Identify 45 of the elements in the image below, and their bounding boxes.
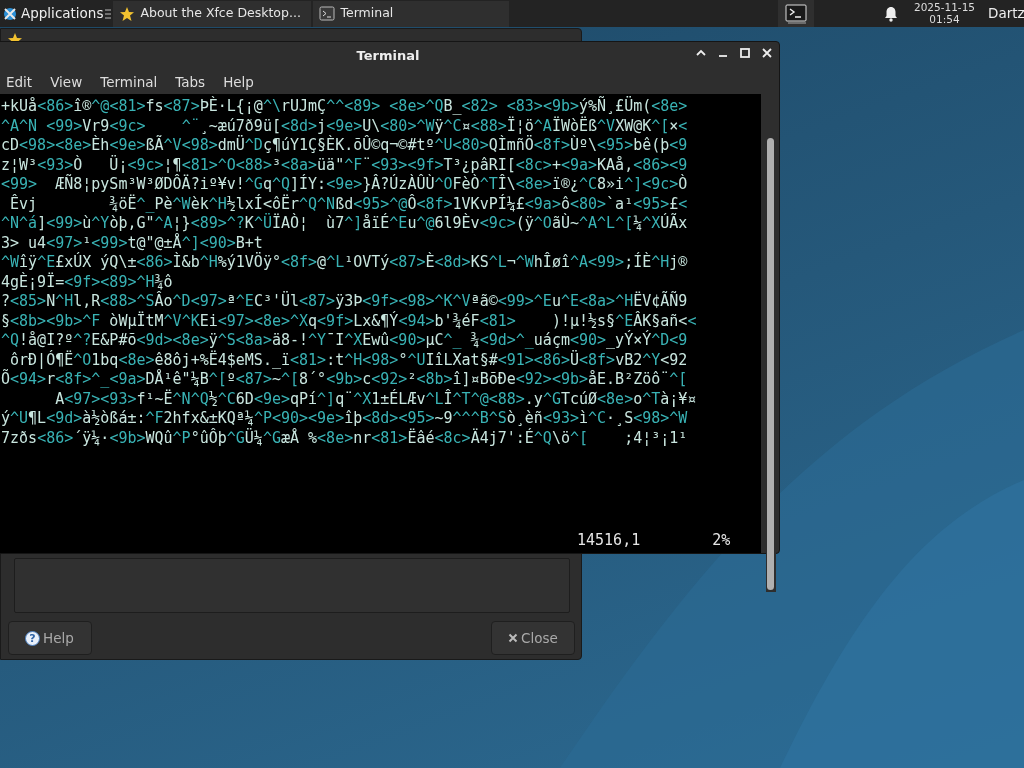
terminal-line: ^Wîÿ^E£xÚX ýQ\±<86>Ì&b^H%ý1VÖÿ°<8f>@^L¹OVTý<87>È<8d>KS^L¬^WhÎøî^A<99>;ÍÈ^Hj®: [1, 253, 688, 272]
notification-bell-icon[interactable]: [883, 5, 898, 22]
terminal-line: ý^U¶L<9d>à½òßá±:^F2hfx&±KQª¼^P<90><9e>îþ<8d><95>~9^^^B^Sò¸èñ<93>ì^C·¸S<98>^W: [1, 409, 688, 428]
menu-item[interactable]: Help: [214, 71, 263, 93]
applications-menu[interactable]: Applications: [0, 3, 106, 24]
menu-item[interactable]: Tabs: [166, 71, 215, 93]
taskbar-button[interactable]: About the Xfce Desktop...: [113, 0, 312, 27]
terminal-line: Õ<94>r<8f>^_<9a>DÅ¹ê"¼B^[º<87>~^[8´°<9b>c<92>²<8b>î]¤BõÐe<92><9b>åE.B²Zöô¨^[: [1, 370, 688, 389]
close-button[interactable]: Close: [491, 621, 575, 655]
menu-item[interactable]: View: [41, 71, 92, 93]
scroll-percent: 2%: [712, 530, 731, 550]
terminal-line: ^Q!å@I?º^?E&P#õ<9d><8e>ÿ^S<8a>ä8-!^Y¯I^XEwû<90>µC^_ ¾<9d>^_uáçm<90>_yÝ×Ý^D<9: [1, 331, 688, 350]
star-icon: [7, 32, 23, 41]
terminal-icon[interactable]: [319, 5, 336, 22]
terminal-line: 4gÈ¡9Ï=<9f><89>^H¾ô: [1, 272, 173, 291]
terminal-line: 3> u4<97>¹<99>t@"@±Å^]<90>B+t: [1, 233, 263, 252]
cursor-position: 14516,1: [577, 530, 641, 550]
terminal-line: cD<98><8e>Èh<9e>ßÃ^V<98>dmÜ^Dç¶úY1Ç§ÈK.õÛ©q¬©#tº^U<80>QÌmñÖ<8f>Ùº\<95>bê(þ<9: [1, 136, 688, 155]
mouse-logo-icon[interactable]: [2, 5, 18, 22]
separator-icon: [105, 7, 112, 20]
help-icon: ?: [25, 630, 40, 646]
clock[interactable]: 2025-11-15 01:54: [913, 2, 975, 25]
scrollbar[interactable]: [766, 138, 776, 592]
menu-item[interactable]: Terminal: [91, 71, 167, 93]
terminal-line: §<8b><9b>^F òWµÏtM^V^KEi<97><8e>^Xq<9f>Lx&¶Ý<94>b'¾éF<81> )!µ!½s§^EÂK§añ<<: [1, 311, 697, 330]
terminal-line: Êvj ¾öË^_Pè^Wèk^H½lxÍ<ôËr^Q^Nßd<95>^@Ô<8f>1VKvPÍ¼£<9a>ô<80>`a¹<95>£<: [9, 194, 688, 213]
terminal-line: z¦W³<93>Ò Ü¡<9c>¦¶<81>^O<88>³<8a>üä"^F¨<93><9f>T³¿pâRI[<8c>+<9a>KAå,<86><9: [1, 155, 688, 174]
window-title: Terminal: [356, 47, 420, 66]
taskbar-button[interactable]: Terminal: [313, 0, 510, 27]
close-icon[interactable]: [761, 47, 773, 59]
user-menu[interactable]: Dartz: [988, 3, 1024, 24]
terminal-line: ^A^N <99>Vr9<9c> ^¨¸~æú7ð9ü[<8d>j<9e>U\<80>^Wÿ^C¤<88>Ï¦ö^AÏWòËß^VXW@K^[×<: [1, 116, 688, 135]
terminal-line: A<97><93>f¹~Ë^N^Q½^C6D<9e>qPí^]q¨^X1±ÉLÆv^LÎ^T^@<88>.y^GTcúØ<8e>o^Tà¡¥¤: [54, 389, 697, 409]
maximize-icon[interactable]: [739, 47, 751, 59]
terminal-line: 7zðs<86>´ÿ¼·<9b>WQû^P°ûÔþ^GÜ¼^GæÅ %<8e>nr<81>Ëâé<8c>Ä4j7':É^Q\ö^[ ;4¦³¡1¹: [1, 428, 688, 448]
terminal-line: <99> ÆÑ8¦pySm³W³ØDÔÄ?iº¥v!^Gq^Q]ÍY:<9e>}Â?ÚzÀÛÙ^OFèÒ^TÎ\<8e>ï®¿^C8»i^]<9c>Ò: [1, 175, 688, 194]
star-icon[interactable]: [119, 5, 136, 22]
menu-item[interactable]: Edit: [0, 71, 42, 93]
help-button[interactable]: ? Help: [8, 621, 92, 655]
terminal-line: ?<85>N^Hl,R<88>^SÂo^D<97>ª^EC³'Ül<87>ÿ3Þ<9f><98>^K^Vªã©<99>^Eu^E<8a>^HËV¢ÃÑ9: [1, 292, 688, 311]
terminal-line: +kUå<86>î®^@<81>fs<87>ÞÈ·L{¡@^\rUJmÇ^^<89> <8e>^QB_<82> <83><9b>ý%Ñ¸£Üm(<8e>: [1, 97, 688, 116]
terminal-line: ^N^á]<99>ù^Yòþ,G"^A¦}<89>^?K^ÜÏAÒ¦ ù7^]åïÉ^Eu^@6l9Èv<9c>(ÿ^OãÙ~^A^L^[¼^XÚÃx: [1, 214, 688, 233]
terminal-launcher-icon[interactable]: [784, 3, 807, 24]
terminal-line: ôrÐ|Ó¶Ë^O1bq<8e>ê8ôj+%Ë4$eMS._ï<81>:t^H<98>°^UIîLXat§#<91><86>Ü<8f>vB2^Y<92: [9, 350, 688, 369]
close-icon: [508, 633, 518, 643]
